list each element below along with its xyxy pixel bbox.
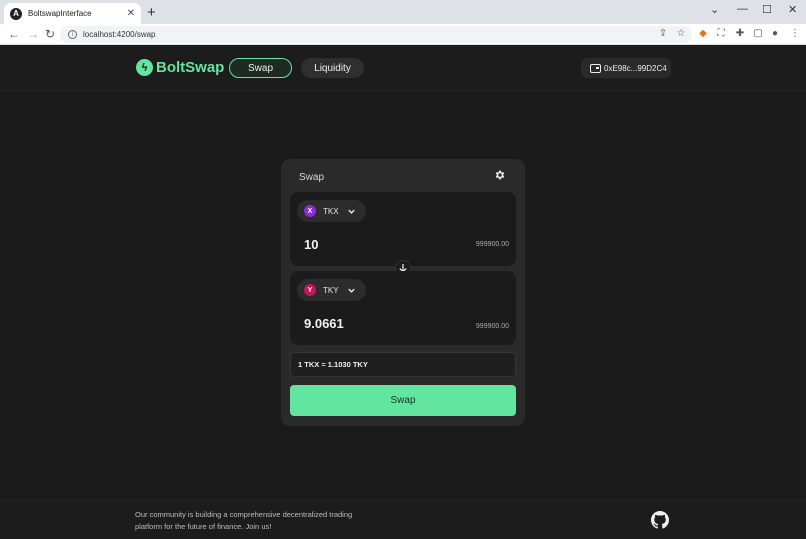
nav-liquidity-button[interactable]: Liquidity <box>301 58 364 78</box>
github-icon[interactable] <box>651 511 669 529</box>
from-amount-input[interactable]: 10 <box>304 237 318 252</box>
from-token-select[interactable]: X TKX <box>297 200 366 222</box>
url-text: localhost:4200/swap <box>83 30 156 39</box>
settings-gear-icon[interactable] <box>494 169 506 181</box>
bolt-logo-icon: ϟ <box>136 59 153 76</box>
address-bar[interactable]: i localhost:4200/swap <box>60 26 692 43</box>
wallet-button[interactable]: 0xE98c...99D2C4 <box>581 58 671 78</box>
angular-favicon-icon: A <box>10 7 22 20</box>
extensions-puzzle-icon[interactable]: ✚ <box>734 28 746 40</box>
tab-search-chevron-icon[interactable]: ⌄ <box>710 3 719 16</box>
from-token-panel: X TKX 10 999900.00 <box>290 192 516 266</box>
to-balance: 999900.00 <box>475 323 509 330</box>
site-info-icon[interactable]: i <box>68 30 77 39</box>
tab-title: BoltswapInterface <box>28 9 92 18</box>
to-token-select[interactable]: Y TKY <box>297 279 366 301</box>
logo[interactable]: ϟ BoltSwap <box>136 59 224 76</box>
browser-tabstrip: A BoltswapInterface ✕ + ⌄ — ☐ ✕ <box>0 0 806 24</box>
tky-token-icon: Y <box>304 284 316 296</box>
exchange-rate: 1 TKX = 1.1030 TKY <box>290 352 516 377</box>
back-icon[interactable]: ← <box>8 26 20 42</box>
app-header: ϟ BoltSwap Swap Liquidity 0xE98c...99D2C… <box>0 45 806 91</box>
tkx-token-icon: X <box>304 205 316 217</box>
minimize-icon[interactable]: — <box>737 3 748 15</box>
metamask-extension-icon[interactable]: ◆ <box>697 28 709 40</box>
app-root: ϟ BoltSwap Swap Liquidity 0xE98c...99D2C… <box>0 45 806 539</box>
share-icon[interactable]: ⇪ <box>657 28 669 40</box>
swap-button[interactable]: Swap <box>290 385 516 416</box>
to-token-panel: Y TKY 9.0661 999900.00 <box>290 271 516 345</box>
profile-avatar-icon[interactable]: ● <box>769 28 781 40</box>
chevron-down-icon <box>347 288 355 293</box>
wallet-icon <box>590 63 601 73</box>
side-panel-icon[interactable]: ▢ <box>752 28 764 40</box>
tab-close-icon[interactable]: ✕ <box>127 8 135 19</box>
bookmark-star-icon[interactable]: ☆ <box>675 28 687 40</box>
to-token-symbol: TKY <box>323 285 339 295</box>
forward-icon[interactable]: → <box>27 26 39 42</box>
from-token-symbol: TKX <box>323 206 339 216</box>
wallet-address: 0xE98c...99D2C4 <box>604 63 667 73</box>
swap-card-title: Swap <box>299 172 325 183</box>
new-tab-button[interactable]: + <box>147 5 156 20</box>
maximize-icon[interactable]: ☐ <box>762 3 772 16</box>
screenshot-extension-icon[interactable]: ⛶ <box>715 28 727 40</box>
reload-icon[interactable]: ↻ <box>45 26 55 42</box>
browser-toolbar: ← → ↻ i localhost:4200/swap ⇪ ☆ ◆ ⛶ ✚ ▢ … <box>0 24 806 45</box>
logo-text: BoltSwap <box>156 59 225 76</box>
close-window-icon[interactable]: ✕ <box>788 3 797 16</box>
browser-menu-icon[interactable]: ⋮ <box>789 28 801 40</box>
to-amount-output[interactable]: 9.0661 <box>304 316 344 331</box>
footer-text: Our community is building a comprehensiv… <box>135 510 353 531</box>
chevron-down-icon <box>347 209 355 214</box>
footer: Our community is building a comprehensiv… <box>0 500 806 539</box>
from-balance: 999900.00 <box>475 241 509 248</box>
nav-swap-button[interactable]: Swap <box>229 58 292 78</box>
swap-card: Swap X TKX 10 999900.00 Y TKY 9.0661 999… <box>281 159 525 426</box>
browser-tab[interactable]: A BoltswapInterface ✕ <box>4 3 141 24</box>
